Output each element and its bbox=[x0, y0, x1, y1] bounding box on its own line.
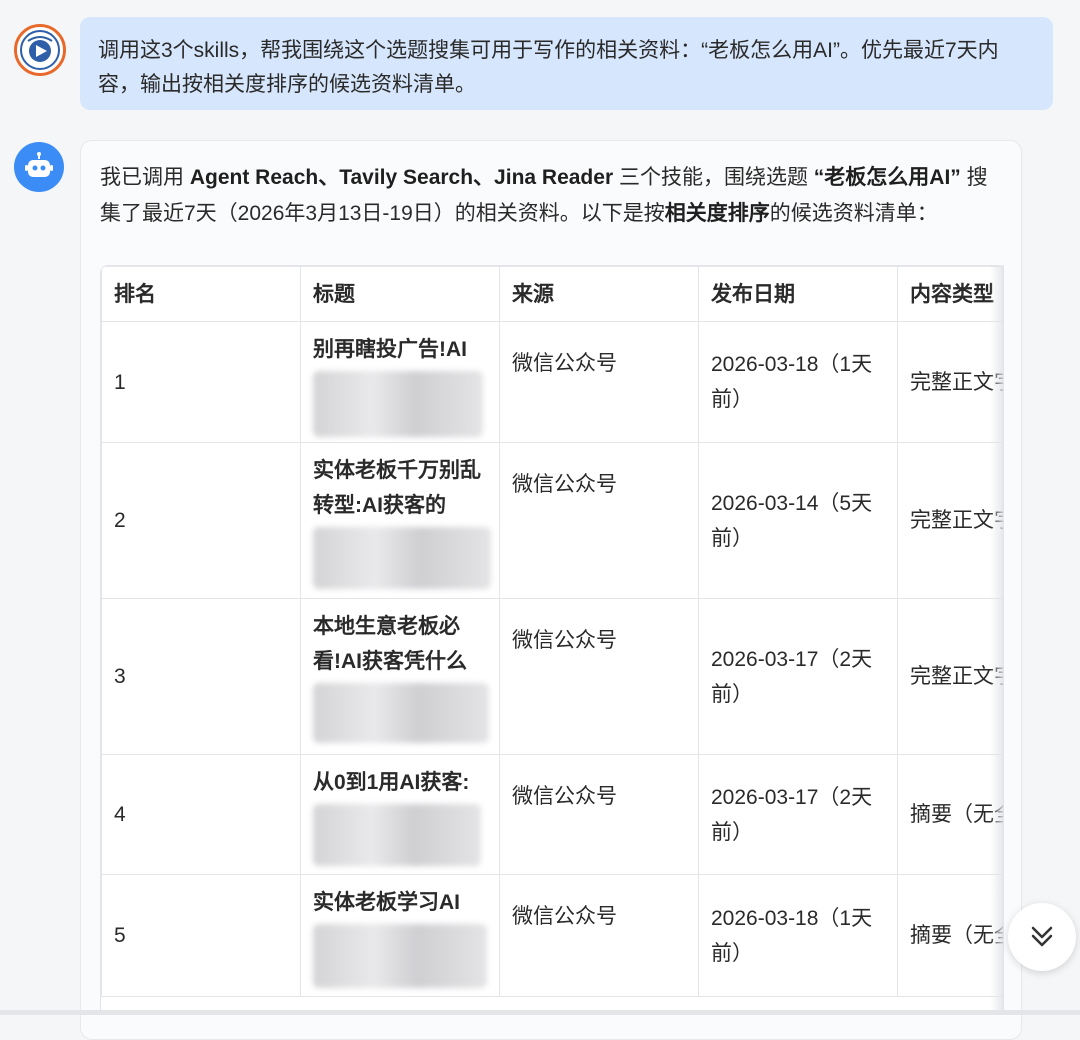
table-header-row: 排名 标题 来源 发布日期 内容类型 bbox=[101, 266, 1003, 322]
title-text: 实体老板学习AI bbox=[313, 891, 460, 914]
user-message-bubble: 调用这3个skills，帮我围绕这个选题搜集可用于写作的相关资料：“老板怎么用A… bbox=[80, 17, 1053, 110]
title-cell[interactable]: 实体老板学习AI bbox=[300, 874, 500, 997]
date-cell: 2026-03-14（5天前） bbox=[698, 442, 898, 599]
double-chevron-down-icon bbox=[1031, 926, 1053, 947]
intro-part: 我已调用 bbox=[100, 166, 190, 189]
skills-list: Agent Reach、Tavily Search、Jina Reader bbox=[189, 166, 614, 189]
header-type: 内容类型 bbox=[897, 266, 1003, 322]
title-cell[interactable]: 从0到1用AI获客: bbox=[300, 754, 500, 875]
type-cell: 完整正文字） bbox=[897, 598, 1003, 755]
input-area-edge bbox=[0, 1010, 1080, 1015]
redacted-title bbox=[313, 527, 491, 589]
date-cell: 2026-03-18（1天前） bbox=[698, 874, 898, 997]
source-cell: 微信公众号 bbox=[499, 321, 699, 443]
source-cell: 微信公众号 bbox=[499, 598, 699, 755]
header-date: 发布日期 bbox=[698, 266, 898, 322]
intro-part: 三个技能，围绕选题 bbox=[613, 166, 814, 189]
redacted-title bbox=[313, 804, 481, 866]
source-cell: 微信公众号 bbox=[499, 442, 699, 599]
topic-title: “老板怎么用AI” bbox=[813, 166, 961, 189]
user-message-text: 调用这3个skills，帮我围绕这个选题搜集可用于写作的相关资料：“老板怎么用A… bbox=[98, 39, 999, 96]
table-row: 4 从0到1用AI获客: 微信公众号 2026-03-17（2天前） 摘要（无全 bbox=[101, 754, 1003, 875]
source-cell: 微信公众号 bbox=[499, 754, 699, 875]
bot-avatar bbox=[14, 142, 64, 192]
date-cell: 2026-03-18（1天前） bbox=[698, 321, 898, 443]
header-rank: 排名 bbox=[101, 266, 301, 322]
rank-cell: 5 bbox=[101, 874, 301, 997]
type-cell: 完整正文字） bbox=[897, 442, 1003, 599]
title-text: 从0到1用AI获客: bbox=[313, 771, 470, 794]
scroll-to-bottom-button[interactable] bbox=[1008, 903, 1076, 971]
source-cell: 微信公众号 bbox=[499, 874, 699, 997]
title-cell[interactable]: 本地生意老板必看!AI获客凭什么 bbox=[300, 598, 500, 755]
redacted-title bbox=[313, 683, 489, 743]
type-cell: 完整正文字） bbox=[897, 321, 1003, 443]
bot-intro-text: 我已调用 Agent Reach、Tavily Search、Jina Read… bbox=[100, 160, 1000, 232]
table-row: 1 别再瞎投广告!AI 微信公众号 2026-03-18（1天前） 完整正文字） bbox=[101, 321, 1003, 443]
title-text: 本地生意老板必看!AI获客凭什么 bbox=[313, 615, 467, 673]
logo-avatar-icon bbox=[20, 30, 60, 70]
candidate-table: 排名 标题 来源 发布日期 内容类型 1 别再瞎投广告!AI 微信公众号 202… bbox=[101, 266, 1003, 997]
table-row: 3 本地生意老板必看!AI获客凭什么 微信公众号 2026-03-17（2天前）… bbox=[101, 598, 1003, 755]
rank-cell: 2 bbox=[101, 442, 301, 599]
redacted-title bbox=[313, 924, 487, 988]
title-text: 实体老板千万别乱转型:AI获客的 bbox=[313, 459, 481, 517]
date-cell: 2026-03-17（2天前） bbox=[698, 598, 898, 755]
title-cell[interactable]: 实体老板千万别乱转型:AI获客的 bbox=[300, 442, 500, 599]
rank-cell: 4 bbox=[101, 754, 301, 875]
redacted-title bbox=[313, 371, 483, 437]
rank-cell: 1 bbox=[101, 321, 301, 443]
title-cell[interactable]: 别再瞎投广告!AI bbox=[300, 321, 500, 443]
type-cell: 摘要（无全 bbox=[897, 754, 1003, 875]
table-row: 2 实体老板千万别乱转型:AI获客的 微信公众号 2026-03-14（5天前）… bbox=[101, 442, 1003, 599]
sort-emphasis: 相关度排序 bbox=[664, 202, 770, 225]
header-source: 来源 bbox=[499, 266, 699, 322]
date-cell: 2026-03-17（2天前） bbox=[698, 754, 898, 875]
intro-part: 的候选资料清单： bbox=[769, 202, 938, 225]
table-scroll-shadow bbox=[990, 265, 1004, 1010]
rank-cell: 3 bbox=[101, 598, 301, 755]
candidate-table-container[interactable]: 排名 标题 来源 发布日期 内容类型 1 别再瞎投广告!AI 微信公众号 202… bbox=[100, 265, 1004, 1012]
user-avatar bbox=[14, 24, 66, 76]
type-cell: 摘要（无全 bbox=[897, 874, 1003, 997]
robot-icon bbox=[25, 152, 53, 177]
header-title: 标题 bbox=[300, 266, 500, 322]
title-text: 别再瞎投广告!AI bbox=[313, 338, 467, 361]
table-row: 5 实体老板学习AI 微信公众号 2026-03-18（1天前） 摘要（无全 bbox=[101, 874, 1003, 997]
